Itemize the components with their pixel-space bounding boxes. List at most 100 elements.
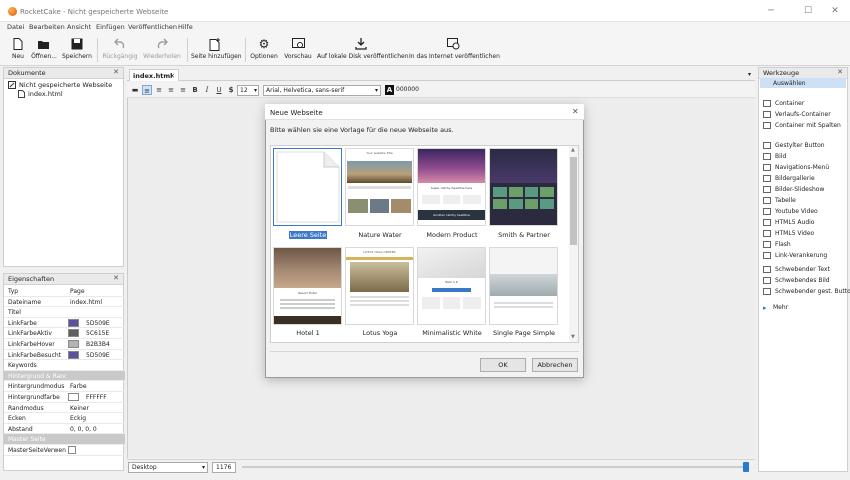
- template-minimalistic-white[interactable]: Item 1 $: [417, 247, 486, 325]
- close-icon[interactable]: ✕: [113, 69, 119, 76]
- menu-einfuegen[interactable]: Einfügen: [96, 23, 125, 31]
- line-icon[interactable]: ▬: [130, 85, 140, 95]
- tool-item[interactable]: Bilder-Slideshow: [763, 184, 824, 194]
- font-size-select[interactable]: 12 ▾: [237, 85, 259, 96]
- property-row[interactable]: Titel: [4, 307, 125, 318]
- scrollbar-thumb[interactable]: [570, 157, 577, 245]
- align-center-icon[interactable]: ≡: [154, 85, 164, 95]
- menu-datei[interactable]: Datei: [7, 23, 24, 31]
- property-row[interactable]: Abstand 0, 0, 0, 0: [4, 424, 125, 435]
- tool-item[interactable]: Schwebendes Bild: [763, 275, 830, 285]
- tree-root[interactable]: Nicht gespeicherte Webseite: [8, 81, 112, 89]
- redo-button[interactable]: Wiederholen: [141, 37, 183, 63]
- menu-bearbeiten[interactable]: Bearbeiten: [29, 23, 65, 31]
- tab-index-html[interactable]: index.html ✕: [129, 69, 179, 81]
- dollar-icon[interactable]: $: [226, 85, 236, 95]
- scroll-up-icon[interactable]: ▲: [571, 147, 575, 153]
- menu-veroeffentlichen[interactable]: Veröffentlichen: [128, 23, 177, 31]
- width-slider-track[interactable]: [242, 466, 744, 468]
- template-label: Modern Product: [426, 231, 478, 239]
- italic-icon[interactable]: I: [202, 85, 212, 95]
- property-row[interactable]: Hintergrundfarbe FFFFFF: [4, 392, 125, 403]
- tool-item[interactable]: Verlaufs-Container: [763, 109, 831, 119]
- tool-item[interactable]: Container: [763, 98, 804, 108]
- template-smith-partner[interactable]: [489, 148, 558, 226]
- property-row[interactable]: Ecken Eckig: [4, 413, 125, 424]
- tool-item[interactable]: Link-Verankerung: [763, 250, 827, 260]
- property-row[interactable]: Keywords: [4, 360, 125, 371]
- menu-hilfe[interactable]: Hilfe: [178, 23, 193, 31]
- property-row[interactable]: Randmodus Keiner: [4, 403, 125, 414]
- viewport-select[interactable]: Desktop ▾: [128, 462, 208, 473]
- editor-tab-bar: [127, 67, 755, 81]
- property-row[interactable]: Dateiname index.html: [4, 297, 125, 308]
- width-slider-handle[interactable]: [743, 462, 749, 472]
- menu-ansicht[interactable]: Ansicht: [67, 23, 91, 31]
- property-row[interactable]: Typ Page: [4, 286, 125, 297]
- template-single-page-simple[interactable]: [489, 247, 558, 325]
- checkbox[interactable]: [68, 446, 76, 454]
- open-button[interactable]: Öffnen...: [30, 37, 58, 63]
- align-right-icon[interactable]: ≡: [166, 85, 176, 95]
- tool-item[interactable]: ▸ Mehr: [763, 302, 788, 312]
- width-field[interactable]: 1176: [212, 462, 236, 473]
- template-modern-product[interactable]: Super catchy headline here Another catch…: [417, 148, 486, 226]
- template-leere-seite[interactable]: [273, 148, 342, 226]
- undo-button[interactable]: Rückgängig: [101, 37, 139, 63]
- publish-local-button[interactable]: Auf lokale Disk veröffentlichen: [317, 37, 409, 63]
- color-swatch[interactable]: [68, 318, 79, 327]
- tool-item[interactable]: Youtube Video: [763, 206, 818, 216]
- bold-icon[interactable]: B: [190, 85, 200, 95]
- close-icon[interactable]: ✕: [837, 69, 843, 76]
- tool-icon: [763, 185, 771, 193]
- font-family-select[interactable]: Arial, Helvetica, sans-serif ▾: [263, 85, 381, 96]
- tool-item[interactable]: HTML5 Audio: [763, 217, 814, 227]
- tool-item[interactable]: Container mit Spalten: [763, 120, 841, 130]
- tab-menu-icon[interactable]: ▾: [748, 71, 751, 78]
- maximize-button[interactable]: ☐: [797, 4, 819, 18]
- options-button[interactable]: ⚙ Optionen: [250, 37, 278, 63]
- color-swatch[interactable]: [68, 393, 79, 401]
- publish-internet-button[interactable]: In das Internet veröffentlichen: [409, 37, 500, 63]
- property-row[interactable]: Hintergrundmodus Farbe: [4, 381, 125, 392]
- color-swatch[interactable]: [68, 350, 79, 359]
- tool-item[interactable]: Bild: [763, 151, 786, 161]
- text-color-icon[interactable]: A: [385, 85, 394, 95]
- template-nature-water[interactable]: Your website Title: [345, 148, 414, 226]
- new-button[interactable]: Neu: [8, 37, 28, 63]
- tool-item[interactable]: Flash: [763, 239, 791, 249]
- property-row[interactable]: LinkFarbeHover B2B3B4: [4, 339, 125, 350]
- tool-item[interactable]: Schwebender Text: [763, 264, 830, 274]
- tool-item[interactable]: Schwebender gest. Button: [763, 286, 850, 296]
- template-lotus-yoga[interactable]: LOTUS YOGA CENTER: [345, 247, 414, 325]
- tool-item[interactable]: Bildergallerie: [763, 173, 815, 183]
- cancel-button[interactable]: Abbrechen: [532, 358, 578, 372]
- tool-item[interactable]: Tabelle: [763, 195, 796, 205]
- property-row[interactable]: MasterSeiteVerwenden: [4, 445, 125, 456]
- close-button[interactable]: ✕: [824, 4, 846, 18]
- property-row[interactable]: LinkFarbe 5D509E: [4, 318, 125, 329]
- underline-icon[interactable]: U: [214, 85, 224, 95]
- minimize-button[interactable]: ─: [760, 4, 782, 18]
- ok-button[interactable]: OK: [480, 358, 526, 372]
- align-left-icon[interactable]: ≡: [142, 85, 152, 95]
- tool-icon: [763, 121, 771, 129]
- template-hotel-1[interactable]: Resort Hotel: [273, 247, 342, 325]
- tool-item[interactable]: Navigations-Menü: [763, 162, 829, 172]
- align-justify-icon[interactable]: ≡: [178, 85, 188, 95]
- close-icon[interactable]: ✕: [170, 72, 175, 80]
- dialog-close-button[interactable]: ✕: [572, 107, 579, 116]
- property-row[interactable]: LinkFarbeBesucht 5D509E: [4, 350, 125, 361]
- scroll-down-icon[interactable]: ▼: [571, 334, 575, 340]
- preview-button[interactable]: Vorschau: [284, 37, 312, 63]
- property-row[interactable]: LinkFarbeAktiv 5C615E: [4, 328, 125, 339]
- tool-item[interactable]: Gestylter Button: [763, 140, 825, 150]
- tool-item[interactable]: Auswählen: [760, 78, 846, 88]
- color-swatch[interactable]: [68, 340, 79, 348]
- close-icon[interactable]: ✕: [113, 275, 119, 282]
- tree-page[interactable]: index.html: [18, 90, 63, 98]
- add-page-button[interactable]: Seite hinzufügen: [191, 37, 242, 63]
- save-button[interactable]: Speichern: [62, 37, 92, 63]
- tool-item[interactable]: HTML5 Video: [763, 228, 814, 238]
- color-swatch[interactable]: [68, 329, 79, 338]
